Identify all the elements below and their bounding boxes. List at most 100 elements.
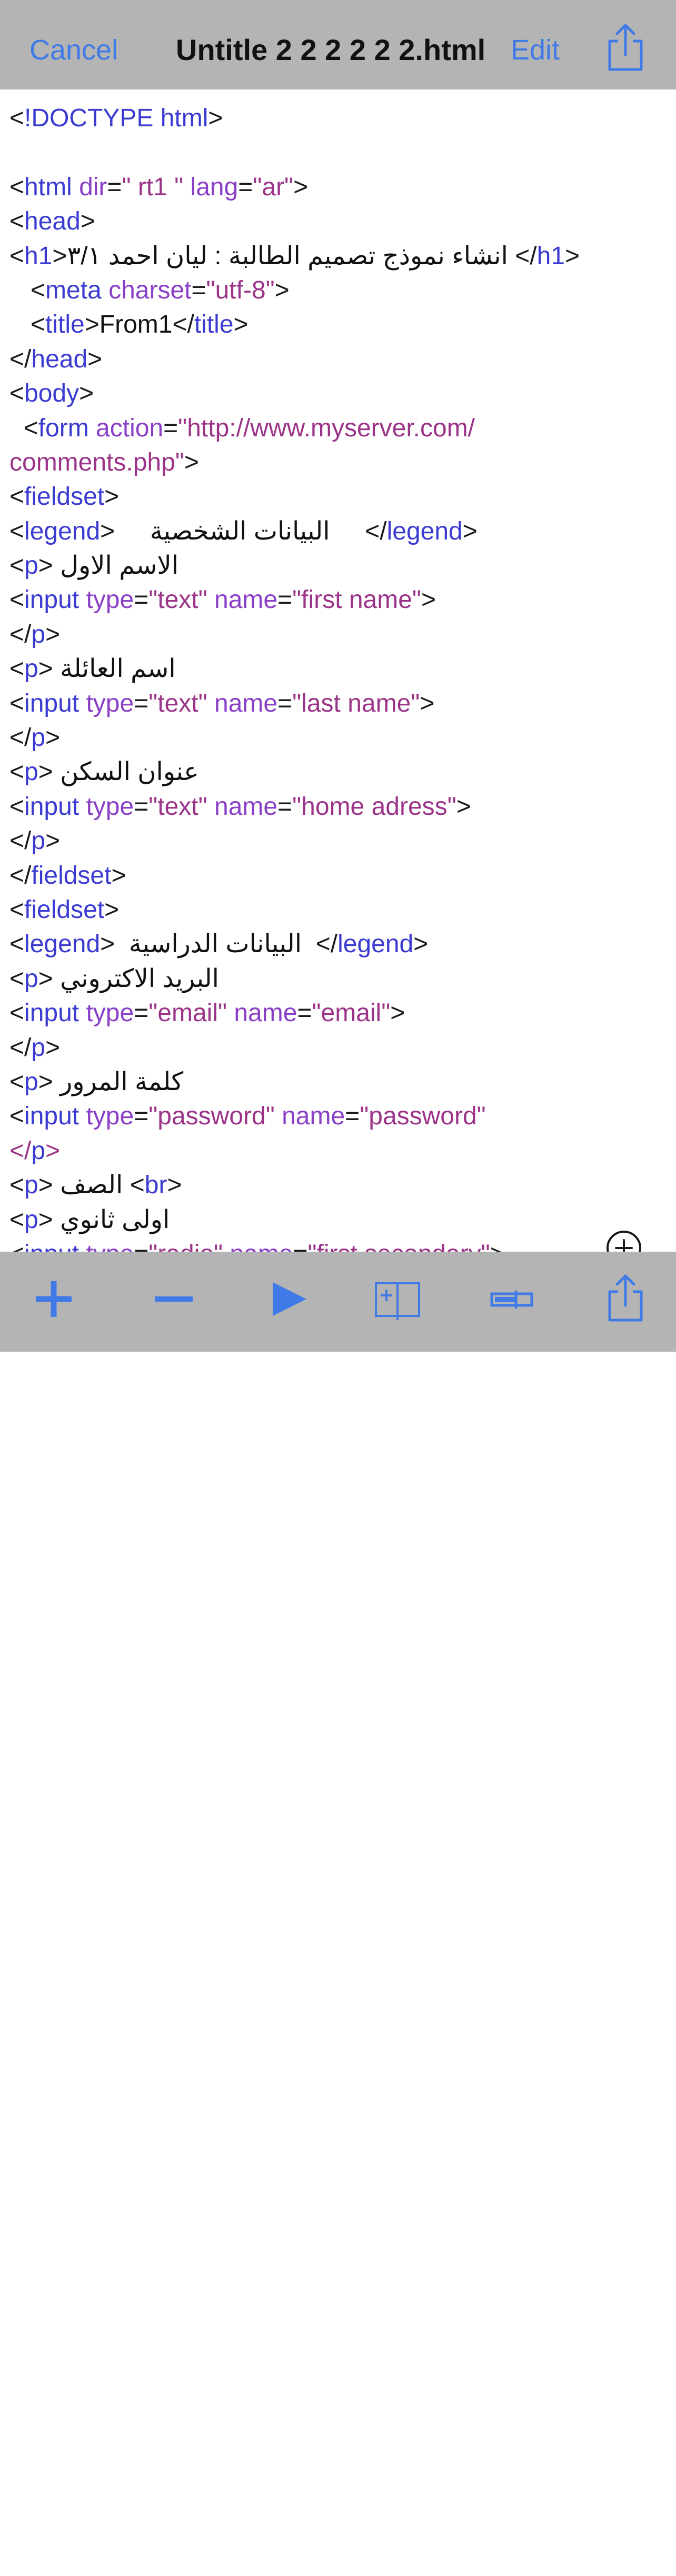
code-line[interactable]: </p> xyxy=(9,1031,668,1065)
code-punctuation: = xyxy=(134,792,149,821)
code-line[interactable]: <title>From1</title> xyxy=(9,307,668,342)
code-punctuation: > xyxy=(45,724,61,752)
code-content[interactable]: <!DOCTYPE html> <html dir=" rt1 " lang="a… xyxy=(9,101,668,1252)
code-punctuation: </ xyxy=(302,930,338,958)
code-arabic-text: البيانات الشخصية xyxy=(150,517,330,545)
code-punctuation: > xyxy=(490,1240,505,1252)
code-punctuation: > xyxy=(413,930,429,958)
code-line[interactable]: <legend> البيانات الدراسية </legend> xyxy=(9,927,668,961)
code-line[interactable]: <html dir=" rt1 " lang="ar"> xyxy=(9,170,668,204)
code-punctuation: = xyxy=(277,586,293,614)
code-punctuation: = xyxy=(134,1102,149,1131)
code-line[interactable]: <input type="text" name="first name"> xyxy=(9,583,668,617)
code-punctuation: > xyxy=(100,517,150,545)
code-punctuation: < xyxy=(9,930,25,958)
code-arabic-text: اسم العائلة xyxy=(60,655,176,683)
code-string: "text" xyxy=(148,792,207,821)
code-tag-name: legend xyxy=(24,930,101,958)
code-attribute: type xyxy=(86,586,134,614)
code-line[interactable]: <form action="http://www.myserver.com/ xyxy=(9,411,668,445)
code-string: " rt1 " xyxy=(122,173,184,201)
plus-icon[interactable] xyxy=(33,1273,75,1325)
code-punctuation xyxy=(183,173,190,201)
code-punctuation xyxy=(79,793,86,821)
code-punctuation: = xyxy=(238,173,253,201)
code-attribute: dir xyxy=(79,173,107,201)
code-line[interactable]: <head> xyxy=(9,204,668,238)
edit-button[interactable]: Edit xyxy=(511,32,560,68)
code-punctuation: < xyxy=(9,517,25,545)
code-line[interactable]: <legend> البيانات الشخصية </legend> xyxy=(9,514,668,548)
code-line[interactable]: <meta charset="utf-8"> xyxy=(9,273,668,307)
code-line[interactable]: <p> الصف <br> xyxy=(9,1168,668,1202)
code-punctuation: = xyxy=(134,1240,148,1252)
code-line[interactable]: <body> xyxy=(9,376,668,411)
code-editor[interactable]: <!DOCTYPE html> <html dir=" rt1 " lang="a… xyxy=(0,89,676,1252)
code-line[interactable]: <input type="radio" name="first secondar… xyxy=(9,1237,668,1252)
code-line[interactable]: <!DOCTYPE html> xyxy=(9,101,668,135)
code-punctuation: < xyxy=(9,758,25,786)
top-navigation-bar: Cancel Untitle 2 2 2 2 2 2.html Edit xyxy=(0,0,676,89)
code-line[interactable]: comments.php"> xyxy=(9,445,668,480)
play-icon[interactable] xyxy=(269,1273,311,1325)
code-tag-name: input xyxy=(24,586,79,614)
code-punctuation: < xyxy=(9,311,46,339)
code-punctuation: < xyxy=(9,242,25,270)
code-string: "first name" xyxy=(292,586,421,614)
code-punctuation: </ xyxy=(330,517,387,545)
code-punctuation xyxy=(275,1102,282,1130)
code-tag-name: p xyxy=(31,620,46,648)
code-line[interactable]: <p> البريد الاكتروني xyxy=(9,962,668,996)
code-tag-name: fieldset xyxy=(24,483,105,511)
code-punctuation: < xyxy=(9,964,25,993)
code-punctuation: < xyxy=(9,1205,25,1234)
code-string: "email" xyxy=(312,999,391,1027)
code-tag-name: title xyxy=(194,311,234,339)
code-line[interactable]: </fieldset> xyxy=(9,858,668,893)
code-punctuation: > xyxy=(420,689,435,717)
code-line[interactable]: <p> كلمة المرور xyxy=(9,1065,668,1099)
minus-icon[interactable] xyxy=(153,1273,195,1325)
code-line[interactable]: <input type="email" name="email"> xyxy=(9,996,668,1030)
share-icon[interactable] xyxy=(604,22,647,75)
code-line[interactable]: </p> xyxy=(9,824,668,858)
code-line[interactable]: <p> اسم العائلة xyxy=(9,652,668,686)
code-line[interactable]: <p> الاسم الاول xyxy=(9,548,668,583)
code-line[interactable]: <input type="text" name="last name"> xyxy=(9,686,668,721)
code-line[interactable]: </head> xyxy=(9,342,668,376)
code-punctuation: < xyxy=(9,1171,25,1200)
code-line[interactable]: <input type="password" name="password" xyxy=(9,1099,668,1133)
code-tag-name: p xyxy=(24,552,38,580)
input-field-icon[interactable] xyxy=(490,1273,534,1325)
code-line[interactable]: <h1>انشاء نموذج تصميم الطالبة : ليان احم… xyxy=(9,239,668,273)
code-punctuation: > xyxy=(456,792,471,821)
code-string: "password" xyxy=(148,1102,275,1131)
code-punctuation: < xyxy=(9,1240,24,1252)
code-punctuation: = xyxy=(163,414,178,442)
code-punctuation: </ xyxy=(9,861,32,890)
code-line[interactable]: </p> xyxy=(9,617,668,652)
code-tag-name: p xyxy=(24,758,38,786)
code-arabic-text: كلمة المرور xyxy=(60,1067,184,1096)
code-line[interactable]: </p> xyxy=(9,1134,668,1168)
code-string: "ar" xyxy=(253,173,294,201)
code-line[interactable]: <fieldset> xyxy=(9,893,668,927)
code-string: "password" xyxy=(360,1102,486,1131)
code-tag-name: p xyxy=(31,724,46,752)
book-plus-icon[interactable] xyxy=(374,1273,421,1325)
code-line[interactable]: <p> اولى ثانوي xyxy=(9,1203,668,1237)
code-punctuation: < xyxy=(9,655,25,683)
code-attribute: action xyxy=(96,414,164,442)
cancel-button[interactable]: Cancel xyxy=(29,32,118,68)
code-tag-name: p xyxy=(24,655,38,683)
share-icon[interactable] xyxy=(604,1273,647,1325)
code-arabic-text: اولى ثانوي xyxy=(60,1205,170,1234)
code-line[interactable]: <input type="text" name="home adress"> xyxy=(9,790,668,824)
code-line[interactable]: <fieldset> xyxy=(9,480,668,514)
code-punctuation: = xyxy=(345,1102,360,1131)
code-tag-name: html xyxy=(24,173,72,201)
code-line[interactable]: </p> xyxy=(9,721,668,755)
code-string: > xyxy=(45,1136,61,1165)
code-line[interactable] xyxy=(9,135,668,169)
code-line[interactable]: <p> عنوان السكن xyxy=(9,755,668,789)
